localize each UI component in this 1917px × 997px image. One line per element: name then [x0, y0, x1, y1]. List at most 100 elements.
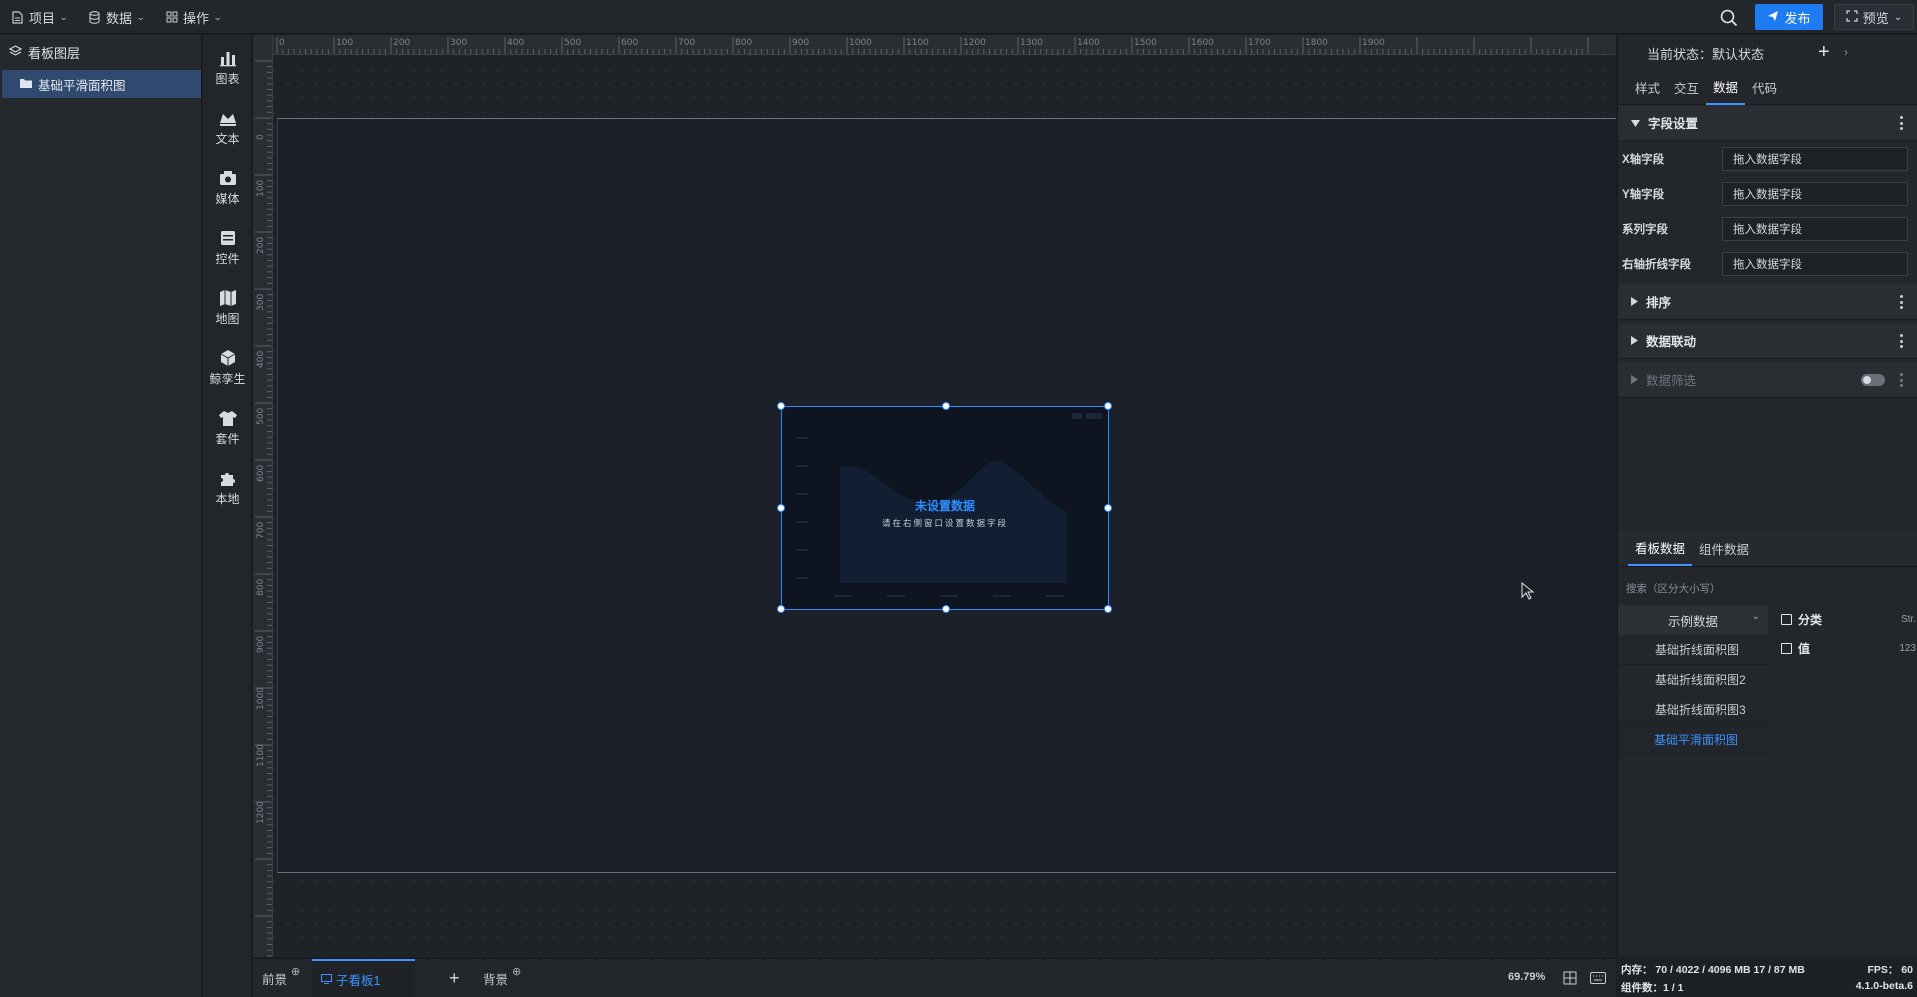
more-icon[interactable]: [1899, 295, 1903, 309]
checkbox-icon[interactable]: [1781, 614, 1792, 625]
more-icon[interactable]: [1899, 373, 1903, 387]
ruler-tick-label: 800: [735, 38, 752, 48]
section-data-linkage[interactable]: 数据联动: [1618, 323, 1917, 359]
add-circle-icon[interactable]: ⊕: [512, 965, 521, 978]
tab-foreground-label: 前景: [262, 973, 288, 987]
fps-readout: FPS： 60: [1867, 964, 1913, 976]
resize-handle-ne[interactable]: [1104, 402, 1112, 410]
resize-handle-w[interactable]: [777, 504, 785, 512]
menu-operation-label: 操作: [183, 10, 210, 26]
data-filter-toggle[interactable]: [1861, 374, 1885, 386]
fullscreen-icon: [1846, 9, 1858, 25]
tab-style[interactable]: 样式: [1628, 71, 1667, 105]
tab-interaction[interactable]: 交互: [1667, 71, 1706, 105]
add-state-icon[interactable]: +: [1818, 41, 1830, 64]
preview-label: 预览: [1862, 10, 1889, 26]
send-icon: [1767, 10, 1779, 25]
add-circle-icon[interactable]: ⊕: [291, 965, 300, 978]
field-label: 右轴折线字段: [1622, 258, 1691, 271]
y-axis-field-input[interactable]: 拖入数据字段: [1722, 182, 1908, 206]
data-field-item[interactable]: 分类 Str.: [1778, 605, 1917, 634]
chevron-right-icon[interactable]: ›: [1844, 45, 1848, 59]
menu-operation[interactable]: 操作 ⌄: [165, 0, 223, 34]
ruler-tick-label: 1400: [1077, 38, 1100, 48]
component-kit[interactable]: 套件: [203, 399, 252, 455]
cube-icon: [220, 349, 235, 366]
component-chart[interactable]: 图表: [203, 39, 252, 95]
chart-icon: [219, 51, 236, 66]
component-map[interactable]: 地图: [203, 279, 252, 335]
menu-project[interactable]: 项目 ⌄: [11, 0, 69, 34]
component-twin[interactable]: 鲸孪生: [203, 339, 252, 395]
data-field-item[interactable]: 值 123: [1778, 634, 1917, 663]
tab-sub-board[interactable]: 子看板1: [312, 959, 415, 997]
memory-readout: 内存： 70 / 4022 / 4096 MB 17 / 87 MB: [1621, 964, 1805, 976]
tab-data[interactable]: 数据: [1706, 71, 1746, 105]
ruler-tick-label: 500: [256, 408, 266, 425]
dataset-search-input[interactable]: 搜索（区分大小写）: [1626, 581, 1721, 596]
tab-background[interactable]: 背景 ⊕: [483, 959, 521, 997]
component-local[interactable]: 本地: [203, 459, 252, 515]
ruler-tick-label: 500: [564, 38, 581, 48]
chevron-down-icon: ⌄: [58, 11, 69, 22]
ruler-tick-label: 1000: [849, 38, 872, 48]
zoom-level[interactable]: 69.79%: [1508, 971, 1545, 983]
publish-button[interactable]: 发布: [1755, 4, 1823, 30]
resize-handle-nw[interactable]: [777, 402, 785, 410]
ruler-tick-label: 1900: [1362, 38, 1385, 48]
dataset-group-dropdown[interactable]: 示例数据 ⌄: [1618, 605, 1768, 635]
resize-handle-sw[interactable]: [777, 605, 785, 613]
map-icon: [219, 289, 236, 306]
field-row-y: Y轴字段 拖入数据字段: [1618, 176, 1917, 211]
right-axis-line-field-input[interactable]: 拖入数据字段: [1722, 252, 1908, 276]
empty-data-title: 未设置数据: [914, 499, 975, 513]
data-field-type: 123: [1899, 643, 1916, 654]
add-board-button[interactable]: +: [449, 959, 460, 997]
more-icon[interactable]: [1899, 334, 1903, 348]
component-control[interactable]: 控件: [203, 219, 252, 275]
section-data-filter[interactable]: 数据筛选: [1618, 362, 1917, 398]
section-data-filter-label: 数据筛选: [1646, 374, 1697, 388]
dataset-item[interactable]: 基础折线面积图: [1618, 635, 1768, 665]
dataset-item[interactable]: 基础折线面积图3: [1618, 695, 1768, 725]
ruler-tick-label: 1500: [1134, 38, 1157, 48]
more-icon[interactable]: [1899, 116, 1903, 130]
search-icon[interactable]: [1719, 8, 1739, 28]
x-axis-field-input[interactable]: 拖入数据字段: [1722, 147, 1908, 171]
ruler-tick-label: 1200: [963, 38, 986, 48]
chevron-down-icon: ⌄: [212, 11, 223, 22]
ruler-tick-label: 300: [256, 294, 266, 311]
canvas-area[interactable]: 0 100 200 300 400 500 600 700 800 900 1000 1100 1200…: [253, 35, 1616, 957]
tab-foreground[interactable]: 前景 ⊕: [262, 959, 300, 997]
ruler-tick-label: 800: [256, 579, 266, 596]
fit-screen-icon[interactable]: [1563, 971, 1577, 988]
resize-handle-se[interactable]: [1104, 605, 1112, 613]
component-text[interactable]: 文本: [203, 99, 252, 155]
series-field-input[interactable]: 拖入数据字段: [1722, 217, 1908, 241]
chart-widget[interactable]: 未设置数据 请在右侧窗口设置数据字段: [777, 402, 1112, 613]
tab-code[interactable]: 代码: [1745, 71, 1784, 105]
resize-handle-s[interactable]: [942, 605, 950, 613]
keyboard-icon[interactable]: [1590, 972, 1606, 987]
section-sort-label: 排序: [1646, 296, 1672, 310]
dataset-item[interactable]: 基础折线面积图2: [1618, 665, 1768, 695]
section-field-settings[interactable]: 字段设置: [1618, 105, 1917, 141]
field-label: 系列字段: [1622, 223, 1668, 236]
component-media[interactable]: 媒体: [203, 159, 252, 215]
preview-button[interactable]: 预览 ⌄: [1834, 4, 1914, 30]
layer-item[interactable]: 基础平滑面积图: [2, 70, 201, 98]
tab-component-data[interactable]: 组件数据: [1692, 532, 1756, 566]
mouse-cursor-icon: [1521, 581, 1535, 600]
checkbox-icon[interactable]: [1781, 643, 1792, 654]
section-sort[interactable]: 排序: [1618, 284, 1917, 320]
data-source-tabs: 看板数据 组件数据: [1618, 531, 1917, 567]
component-kit-label: 套件: [215, 431, 240, 446]
ruler-tick-label: 1100: [256, 744, 266, 767]
menu-data[interactable]: 数据 ⌄: [88, 0, 146, 34]
dataset-item-active[interactable]: 基础平滑面积图: [1618, 725, 1768, 755]
resize-handle-e[interactable]: [1104, 504, 1112, 512]
bottom-tab-bar: 前景 ⊕ 子看板1 + 背景 ⊕ 69.79%: [253, 958, 1616, 997]
resize-handle-n[interactable]: [942, 402, 950, 410]
ruler-tick-label: 900: [792, 38, 809, 48]
tab-board-data[interactable]: 看板数据: [1628, 532, 1693, 566]
